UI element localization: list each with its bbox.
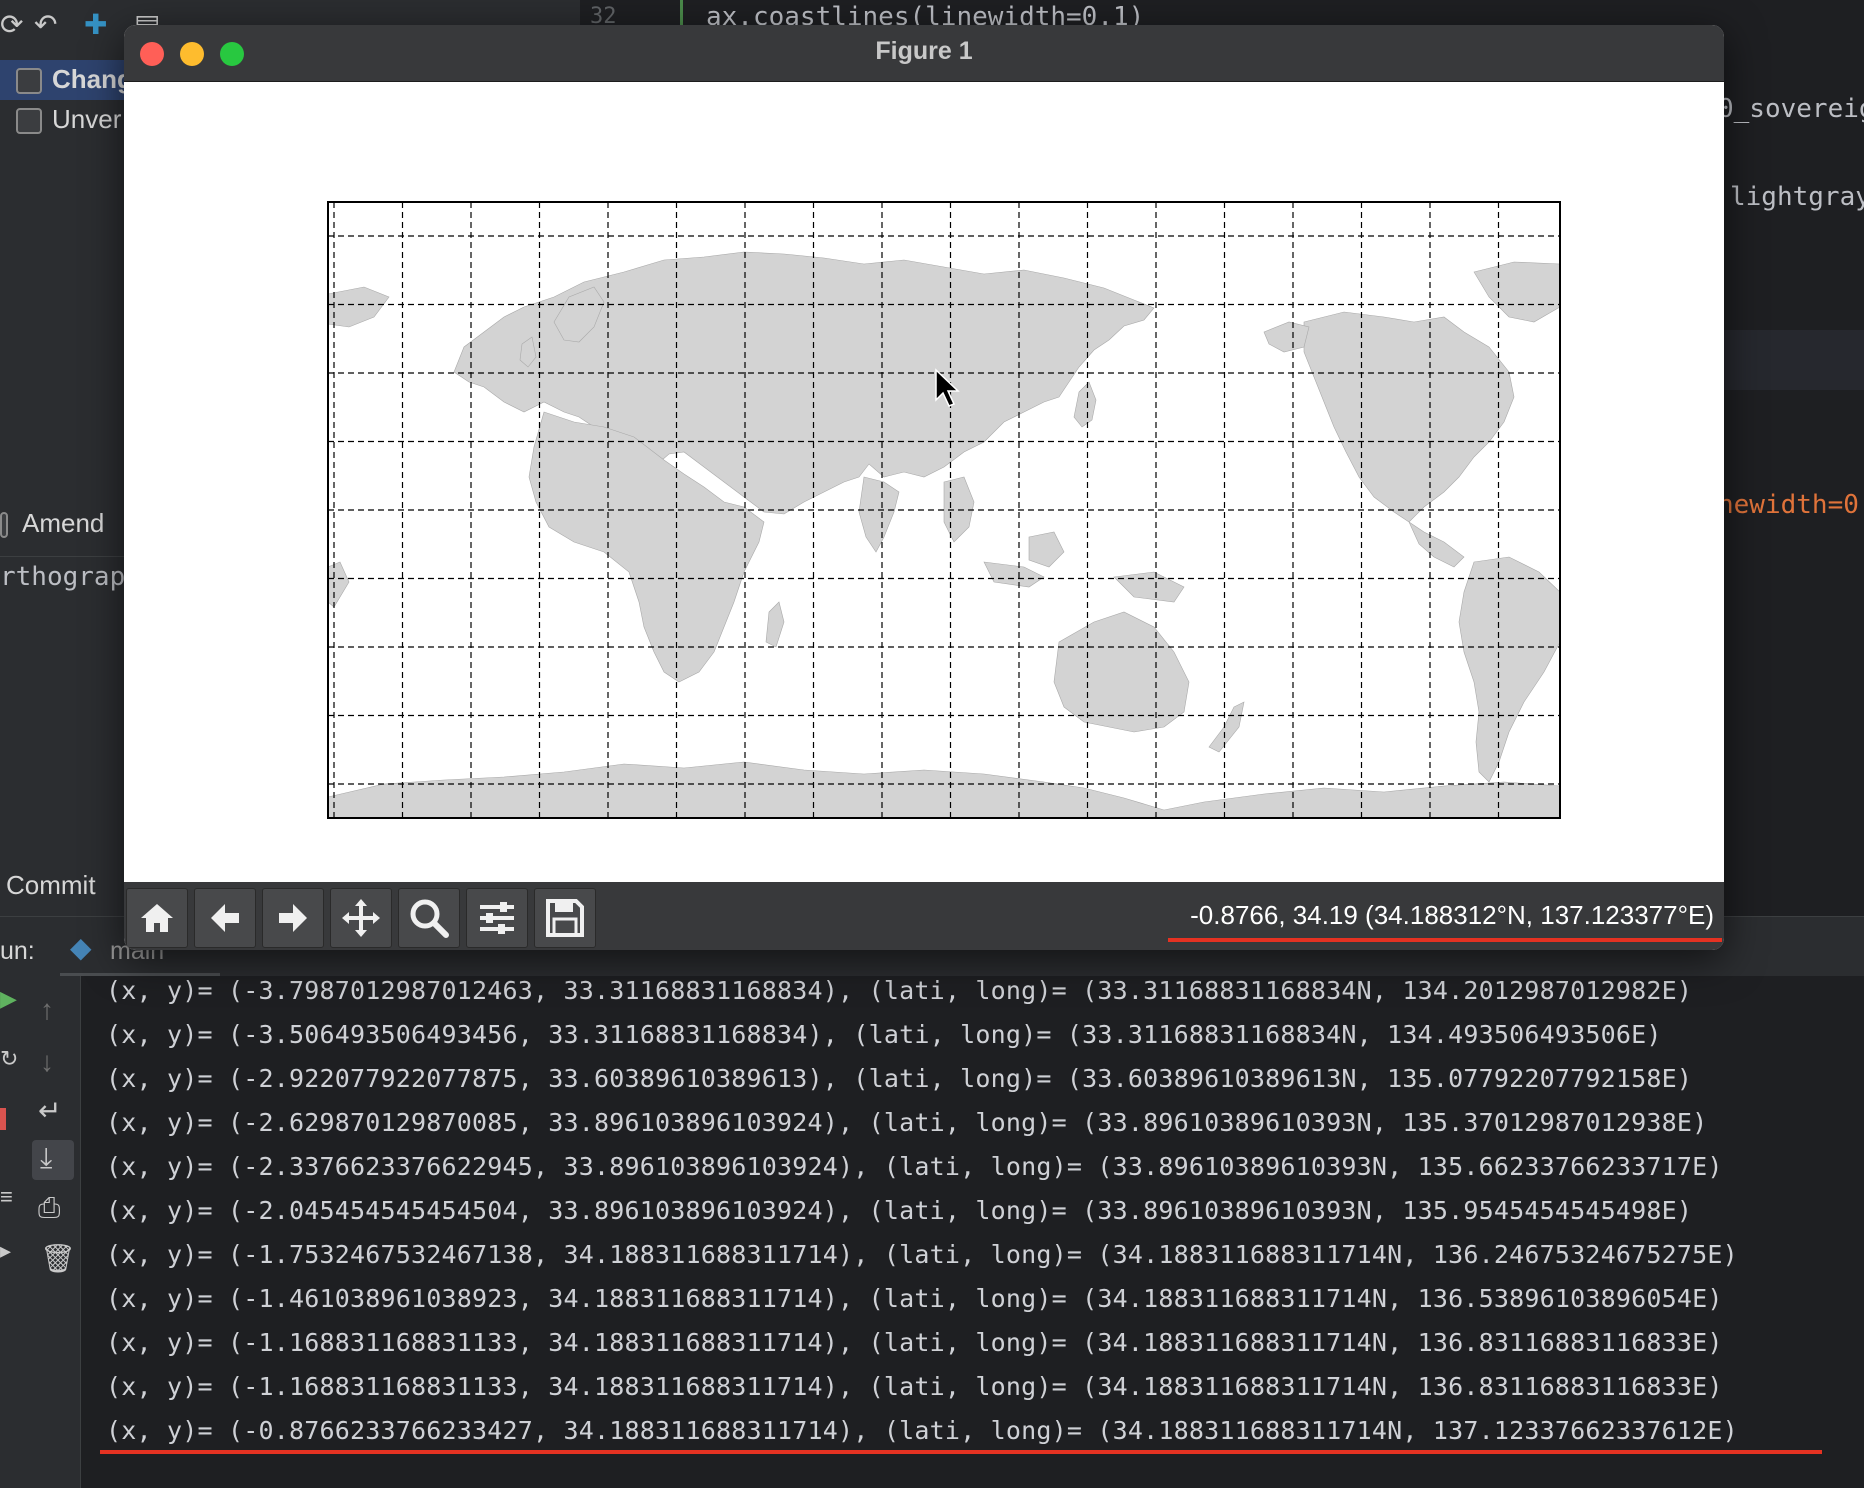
print-icon[interactable]: ⎙ bbox=[38, 1192, 60, 1225]
map-plot[interactable] bbox=[124, 82, 1724, 882]
commit-message[interactable]: rthograp bbox=[0, 562, 125, 592]
layout-icon[interactable]: ≡ bbox=[0, 1184, 13, 1210]
code-line-linewidth: newidth=0 bbox=[1718, 490, 1859, 520]
soft-wrap-icon[interactable]: ↵ bbox=[38, 1094, 61, 1127]
stop-icon[interactable] bbox=[0, 1108, 6, 1130]
configure-subplots-button[interactable] bbox=[466, 888, 528, 948]
reload-icon[interactable]: ↻ bbox=[0, 1046, 18, 1072]
console-line: (x, y)= (-2.3376623376622945, 33.8961038… bbox=[106, 1152, 1723, 1181]
console-line: (x, y)= (-2.922077922077875, 33.60389610… bbox=[106, 1064, 1693, 1093]
home-button[interactable] bbox=[126, 888, 188, 948]
figure-canvas[interactable] bbox=[124, 82, 1724, 882]
console-line: (x, y)= (-3.7987012987012463, 33.3116883… bbox=[106, 976, 1693, 1005]
pin-icon[interactable]: ▸ bbox=[0, 1238, 11, 1264]
figure-title: Figure 1 bbox=[875, 37, 973, 65]
pan-icon bbox=[342, 899, 380, 937]
save-button[interactable] bbox=[534, 888, 596, 948]
console-output[interactable] bbox=[81, 976, 1864, 1488]
code-line-sovereign: 0_sovereig bbox=[1718, 94, 1864, 124]
figure-window[interactable]: Figure 1 -0.8766, 34.19 (34.188312°N, 13… bbox=[124, 25, 1724, 950]
up-arrow-icon[interactable]: ↑ bbox=[40, 994, 54, 1026]
configure-subplots-icon bbox=[480, 902, 514, 934]
changes-row[interactable]: Chang bbox=[16, 64, 133, 95]
forward-arrow-icon bbox=[279, 904, 307, 932]
forward-button[interactable] bbox=[262, 888, 324, 948]
save-icon bbox=[546, 899, 584, 937]
code-line-lightgray: lightgray bbox=[1730, 182, 1864, 212]
console-line: (x, y)= (-1.168831168831133, 34.18831168… bbox=[106, 1328, 1723, 1357]
divider bbox=[0, 556, 125, 557]
amend-checkbox[interactable] bbox=[0, 512, 8, 539]
rerun-icon[interactable]: ▶ bbox=[0, 986, 17, 1012]
console-line-latest: (x, y)= (-0.8766233766233427, 34.1883116… bbox=[106, 1416, 1738, 1445]
back-arrow-icon bbox=[211, 904, 239, 932]
home-icon bbox=[141, 904, 173, 932]
commit-button[interactable]: Commit bbox=[6, 870, 96, 901]
console-line: (x, y)= (-3.506493506493456, 33.31168831… bbox=[106, 1020, 1662, 1049]
trash-icon[interactable]: 🗑 bbox=[40, 1242, 76, 1275]
scroll-to-end-icon: ⤓ bbox=[40, 1142, 53, 1173]
zoom-icon bbox=[410, 899, 449, 938]
changes-label: Chang bbox=[52, 64, 133, 94]
unversioned-label: Unver bbox=[52, 104, 122, 134]
readout-highlight-underline bbox=[1168, 938, 1722, 942]
scroll-to-end-button[interactable] bbox=[32, 1140, 74, 1180]
update-icon[interactable]: ✚ bbox=[84, 8, 107, 41]
down-arrow-icon[interactable]: ↓ bbox=[40, 1046, 54, 1078]
commit-panel: Chang Unver Amend rthograp Commit bbox=[0, 56, 133, 916]
refresh-icon[interactable]: ⟳ bbox=[0, 8, 23, 41]
changes-checkbox[interactable] bbox=[16, 68, 42, 95]
run-label: un: bbox=[0, 937, 35, 965]
run-side-toolbar: ▶ ↑ ↓ ↻ ↵ ⤓ ≡ ⎙ ▸ 🗑 bbox=[0, 976, 81, 1488]
zoom-button[interactable] bbox=[398, 888, 460, 948]
undo-icon[interactable]: ↶ bbox=[34, 8, 57, 41]
amend-row[interactable]: Amend bbox=[0, 508, 104, 539]
pan-button[interactable] bbox=[330, 888, 392, 948]
matplotlib-toolbar: -0.8766, 34.19 (34.188312°N, 137.123377°… bbox=[124, 882, 1724, 950]
coordinate-readout: -0.8766, 34.19 (34.188312°N, 137.123377°… bbox=[1190, 900, 1714, 930]
console-highlight-underline bbox=[100, 1450, 1822, 1454]
amend-label: Amend bbox=[22, 508, 105, 538]
console-line: (x, y)= (-1.461038961038923, 34.18831168… bbox=[106, 1284, 1723, 1313]
back-button[interactable] bbox=[194, 888, 256, 948]
figure-title-bar[interactable]: Figure 1 bbox=[124, 25, 1724, 82]
unversioned-checkbox[interactable] bbox=[16, 108, 42, 135]
console-line: (x, y)= (-2.045454545454504, 33.89610389… bbox=[106, 1196, 1693, 1225]
python-icon: ◆ bbox=[70, 932, 92, 963]
console-line: (x, y)= (-2.629870129870085, 33.89610389… bbox=[106, 1108, 1708, 1137]
console-line: (x, y)= (-1.168831168831133, 34.18831168… bbox=[106, 1372, 1723, 1401]
unversioned-row[interactable]: Unver bbox=[16, 104, 121, 135]
console-line: (x, y)= (-1.7532467532467138, 34.1883116… bbox=[106, 1240, 1738, 1269]
